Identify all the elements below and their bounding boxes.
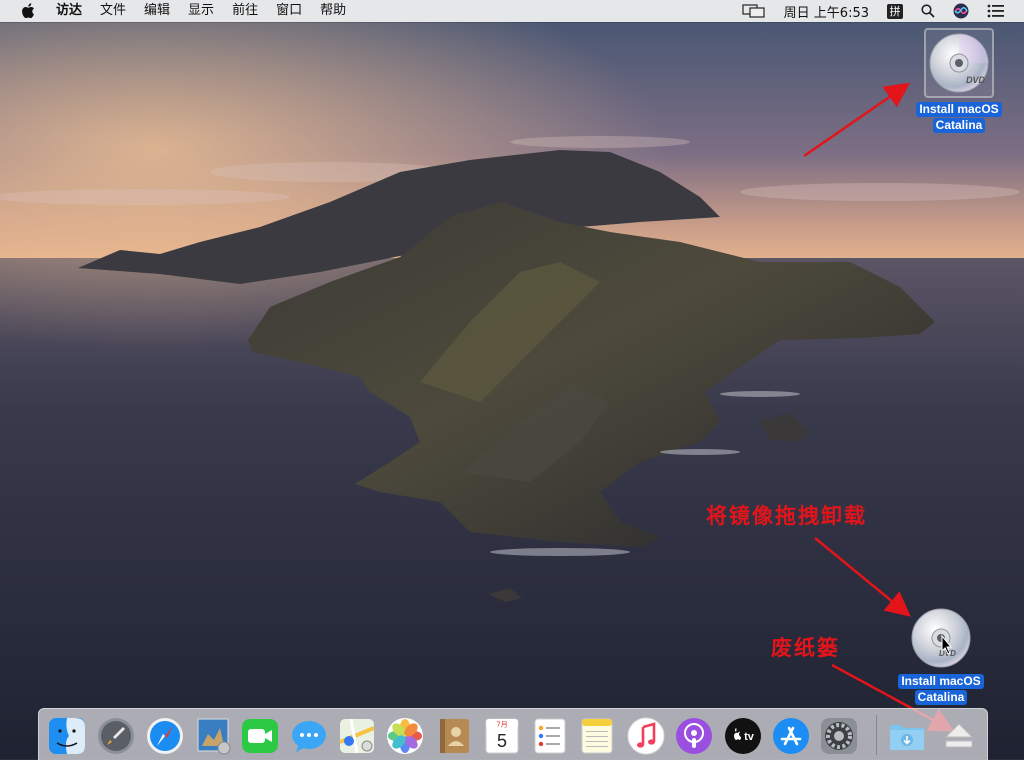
dock-calendar[interactable]: 7月 5 — [482, 716, 522, 756]
menu-window[interactable]: 窗口 — [267, 0, 311, 22]
dock-notes[interactable] — [577, 716, 617, 756]
dock-system-preferences[interactable] — [819, 716, 859, 756]
dock-safari[interactable] — [145, 716, 185, 756]
disk-label-line2: Catalina — [932, 118, 986, 133]
apple-logo-icon[interactable] — [19, 0, 37, 22]
clock[interactable]: 周日 上午6:53 — [775, 0, 878, 22]
dock-downloads[interactable] — [887, 716, 927, 756]
menu-help[interactable]: 帮助 — [311, 0, 355, 22]
calendar-icon: 7月 5 — [485, 718, 519, 754]
input-method-label: 拼 — [887, 3, 903, 19]
notes-icon — [581, 718, 613, 754]
downloads-folder-icon — [890, 725, 924, 750]
dock-music[interactable] — [626, 716, 666, 756]
dock-maps[interactable] — [337, 716, 377, 756]
siri-icon[interactable] — [944, 0, 978, 22]
music-icon — [627, 717, 665, 755]
menu-go[interactable]: 前往 — [223, 0, 267, 22]
finder-icon — [49, 718, 85, 754]
desktop-wallpaper — [0, 22, 1024, 759]
dock-reminders[interactable] — [530, 716, 570, 756]
facetime-icon — [242, 719, 278, 753]
gear-icon — [821, 718, 857, 754]
apple-tv-label: tv — [744, 731, 755, 743]
dock-photos[interactable] — [385, 716, 425, 756]
calendar-month: 7月 — [496, 721, 507, 729]
notification-center-icon[interactable] — [978, 0, 1014, 22]
dock-podcasts[interactable] — [674, 716, 714, 756]
disk-label-line2: Catalina — [914, 690, 968, 705]
eject-icon — [944, 723, 974, 748]
launchpad-rocket-icon — [98, 718, 134, 754]
menu-finder[interactable]: 访达 — [47, 0, 91, 22]
podcasts-icon — [676, 718, 712, 754]
menu-view[interactable]: 显示 — [179, 0, 223, 22]
dvd-disk-icon: DVD — [924, 28, 994, 98]
dock-messages[interactable] — [289, 716, 329, 756]
spotlight-search-icon[interactable] — [912, 0, 944, 22]
dock-finder[interactable] — [47, 716, 87, 756]
dock-launchpad[interactable] — [96, 716, 136, 756]
eagle-photo-icon — [197, 718, 231, 755]
dock-separator — [876, 715, 877, 755]
dock-trash-eject[interactable] — [939, 716, 979, 756]
apple-tv-icon: tv — [725, 718, 761, 754]
install-macos-disk-dragging[interactable]: DVD Install macOS Catalina — [893, 606, 989, 705]
maps-icon — [339, 718, 375, 754]
dock-app-store[interactable] — [771, 716, 811, 756]
contacts-icon — [440, 719, 469, 753]
annotation-trash: 废纸篓 — [771, 635, 840, 660]
annotation-drag-to-eject: 将镜像拖拽卸载 — [706, 503, 867, 528]
dock-contacts[interactable] — [434, 716, 474, 756]
install-macos-disk-icon[interactable]: DVD Install macOS Catalina — [914, 28, 1004, 133]
reminders-icon — [534, 718, 566, 754]
dock-facetime[interactable] — [240, 716, 280, 756]
dock-mail-preview[interactable] — [194, 716, 234, 756]
menu-bar: 访达 文件 编辑 显示 前往 窗口 帮助 周日 上午6:53 拼 — [0, 0, 1024, 22]
dock: 7月 5 tv — [38, 708, 988, 760]
calendar-day: 5 — [497, 731, 507, 751]
menu-file[interactable]: 文件 — [91, 0, 135, 22]
safari-compass-icon — [147, 718, 183, 754]
messages-icon — [292, 721, 326, 752]
photos-icon — [387, 718, 423, 754]
input-method-menu[interactable]: 拼 — [878, 0, 912, 22]
display-mirroring-icon[interactable] — [733, 0, 775, 22]
menu-edit[interactable]: 编辑 — [135, 0, 179, 22]
app-store-icon — [773, 718, 809, 754]
dvd-disk-icon: DVD — [909, 606, 973, 670]
svg-text:DVD: DVD — [966, 75, 986, 85]
dock-apple-tv[interactable]: tv — [723, 716, 763, 756]
